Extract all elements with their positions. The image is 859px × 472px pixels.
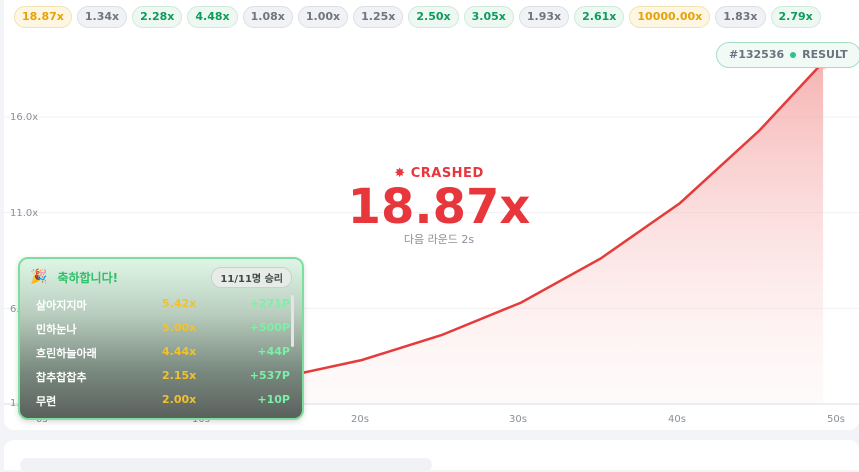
winner-name: 흐린하늘아래 bbox=[36, 347, 97, 360]
lower-panel bbox=[4, 440, 859, 472]
y-tick-label: 16.0x bbox=[10, 112, 39, 123]
crash-game-panel: 18.87x 1.34x 2.28x 4.48x 1.08x 1.00x 1.2… bbox=[4, 0, 859, 430]
winner-row: 살아지지마 5.42x +271P bbox=[36, 293, 290, 315]
winner-profit: +10P bbox=[257, 393, 290, 406]
winner-name: 찹추찹찹추 bbox=[36, 371, 87, 384]
y-tick-label: 11.0x bbox=[10, 208, 39, 219]
winners-title: 축하합니다! bbox=[57, 270, 119, 285]
status-dot-icon bbox=[790, 52, 797, 58]
winner-profit: +271P bbox=[249, 297, 290, 310]
winner-multiplier: 5.42x bbox=[162, 297, 197, 310]
winner-profit: +500P bbox=[249, 321, 290, 334]
winner-profit: +537P bbox=[249, 369, 290, 382]
x-tick-label: 20s bbox=[351, 414, 369, 425]
winner-multiplier: 4.44x bbox=[162, 345, 197, 358]
winner-name: 살아지지마 bbox=[36, 299, 87, 312]
x-tick-label: 50s bbox=[827, 414, 845, 425]
party-popper-icon: 🎉 bbox=[30, 269, 48, 285]
winner-row: 무련 2.00x +10P bbox=[36, 389, 290, 411]
winner-row: 민하눈나 5.00x +500P bbox=[36, 317, 290, 339]
winner-profit: +44P bbox=[257, 345, 290, 358]
winner-name: 민하눈나 bbox=[36, 323, 77, 336]
winner-multiplier: 2.15x bbox=[162, 369, 197, 382]
winner-row: 찹추찹찹추 2.15x +537P bbox=[36, 365, 290, 387]
winner-name: 무련 bbox=[36, 395, 57, 408]
winners-count-badge: 11/11명 승리 bbox=[211, 266, 292, 288]
crash-multiplier: 18.87x bbox=[347, 179, 531, 235]
winners-scrollbar[interactable] bbox=[291, 295, 294, 347]
x-tick-label: 40s bbox=[668, 414, 686, 425]
winner-multiplier: 2.00x bbox=[162, 393, 197, 406]
round-result-badge[interactable]: #132536 RESULT bbox=[716, 42, 859, 68]
round-number: #132536 bbox=[729, 48, 785, 61]
winner-multiplier: 5.00x bbox=[162, 321, 197, 334]
x-tick-label: 30s bbox=[509, 414, 527, 425]
lower-panel-tab-bar[interactable] bbox=[20, 458, 432, 472]
winners-popup: 🎉 축하합니다! 11/11명 승리 살아지지마 5.42x +271P 민하눈… bbox=[18, 257, 304, 420]
crash-display: ✸ CRASHED 18.87x 다음 라운드 2s bbox=[344, 166, 534, 247]
result-label: RESULT bbox=[802, 48, 848, 61]
winner-row: 흐린하늘아래 4.44x +44P bbox=[36, 341, 290, 363]
winners-header: 🎉 축하합니다! 11/11명 승리 bbox=[30, 266, 292, 288]
